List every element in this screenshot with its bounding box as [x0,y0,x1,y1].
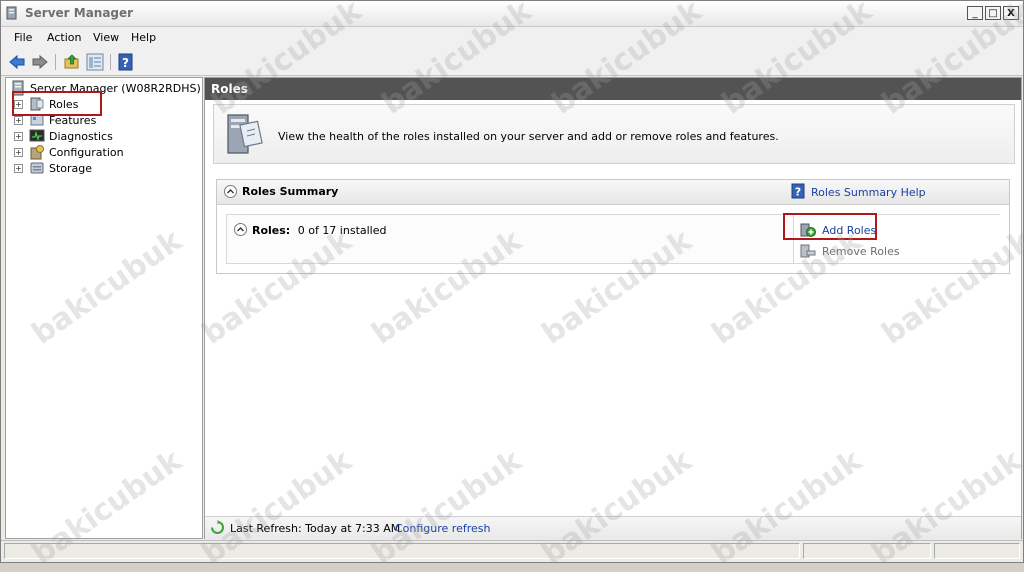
intro-text: View the health of the roles installed o… [278,130,779,143]
expand-features[interactable]: + [14,115,23,125]
pane-header: Roles [205,78,1021,100]
last-refresh-text: Last Refresh: Today at 7:33 AM [230,522,401,535]
close-button[interactable]: X [1003,6,1019,20]
expand-diagnostics[interactable]: + [14,131,23,141]
tree-item-label: Diagnostics [49,129,113,143]
tree-item-diagnostics[interactable]: + Diagnostics [14,128,113,144]
roles-count: Roles: 0 of 17 installed [252,224,386,237]
remove-roles-icon [800,244,816,258]
status-segment [934,543,1020,559]
refresh-icon [211,520,224,534]
pane-title: Roles [211,82,248,96]
title-bar[interactable]: Server Manager _ □ X [1,1,1023,27]
roles-summary-header: Roles Summary ? Roles Summary Help [217,180,1009,205]
configure-refresh-link[interactable]: Configure refresh [395,522,490,535]
status-segment [803,543,931,559]
up-folder-icon[interactable] [63,53,81,71]
diagnostics-icon [29,129,45,142]
roles-summary-help-link[interactable]: Roles Summary Help [811,186,926,199]
roles-highlight-box [12,91,102,116]
window-title: Server Manager [25,6,134,20]
console-tree[interactable]: Server Manager (W08R2RDHS) + Roles + Fea… [5,77,203,539]
collapse-roles-button[interactable] [234,223,247,236]
help-icon[interactable]: ? [117,53,135,71]
toolbar-separator [110,54,111,70]
toolbar: ? [1,49,1023,76]
tree-item-label: Storage [49,161,93,175]
chevron-up-icon [227,189,234,194]
menu-help[interactable]: Help [131,31,156,44]
tree-item-storage[interactable]: + Storage [14,160,92,176]
menu-file[interactable]: File [14,31,32,44]
refresh-bar: Last Refresh: Today at 7:33 AM Configure… [205,516,1021,539]
status-segment [4,543,800,559]
help-book-icon: ? [791,183,805,199]
svg-text:?: ? [795,186,801,199]
add-roles-highlight-box [783,213,877,240]
intro-banner: View the health of the roles installed o… [213,104,1015,164]
menu-bar: File Action View Help [1,27,1023,49]
roles-summary-section: Roles Summary ? Roles Summary Help Roles… [216,179,1010,274]
remove-roles-link[interactable]: Remove Roles [822,245,900,258]
roles-status-box: Roles: 0 of 17 installed Add Roles Remov… [226,214,1000,264]
configuration-icon [30,145,44,160]
chevron-up-icon [237,227,244,232]
svg-text:?: ? [122,56,129,70]
toolbar-separator [55,54,56,70]
server-manager-window: Server Manager _ □ X File Action View He… [0,0,1024,563]
status-bar [1,540,1023,562]
server-manager-icon [6,6,17,20]
collapse-roles-summary-button[interactable] [224,185,237,198]
tree-item-label: Configuration [49,145,124,159]
remove-roles-action[interactable]: Remove Roles [800,243,900,259]
roles-status-text: 0 of 17 installed [297,224,387,237]
menu-action[interactable]: Action [47,31,81,44]
show-hide-console-tree-icon[interactable] [86,53,104,71]
maximize-button[interactable]: □ [985,6,1001,20]
storage-icon [30,162,44,174]
forward-arrow-icon[interactable] [31,53,49,71]
tree-item-configuration[interactable]: + Configuration [14,144,124,160]
roles-label: Roles: [252,224,291,237]
menu-view[interactable]: View [93,31,119,44]
details-pane: Roles View the health of the roles insta… [204,77,1022,539]
expand-configuration[interactable]: + [14,147,23,157]
roles-summary-title: Roles Summary [242,185,339,198]
expand-storage[interactable]: + [14,163,23,173]
back-arrow-icon[interactable] [8,53,26,71]
roles-server-icon [227,114,263,154]
minimize-button[interactable]: _ [967,6,983,20]
